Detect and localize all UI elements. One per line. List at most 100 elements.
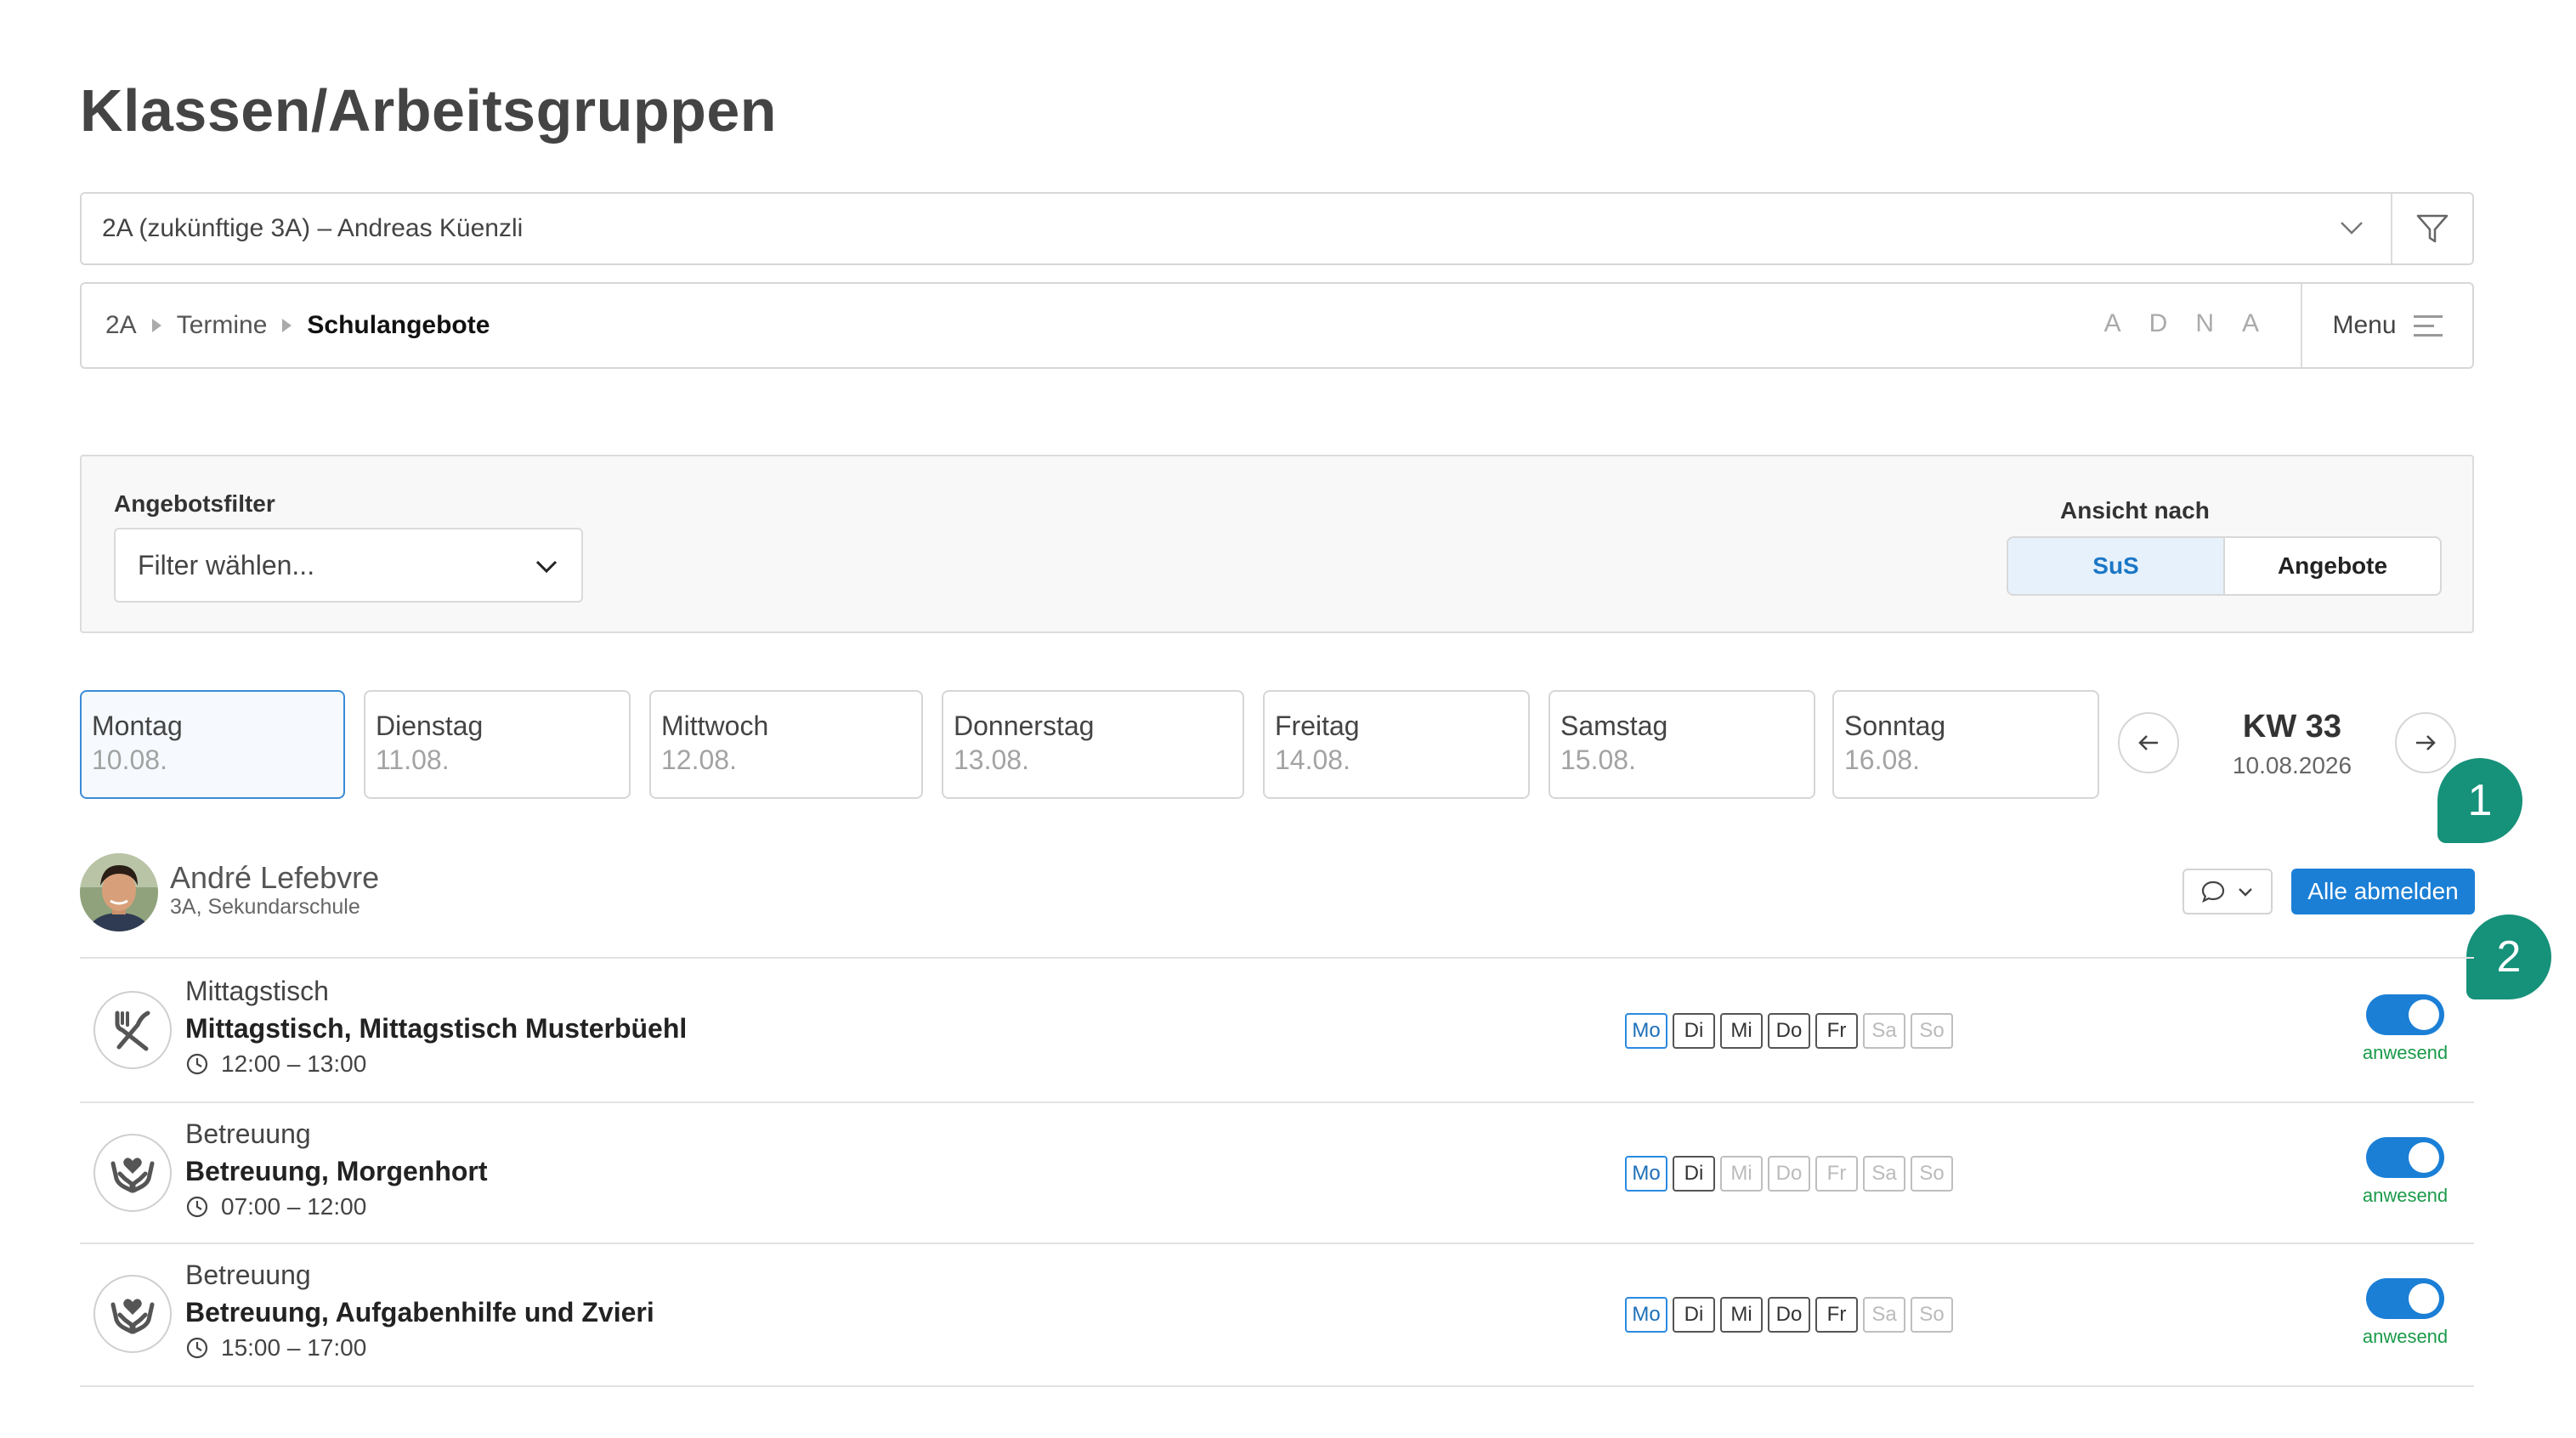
offer-time: 12:00 – 13:00: [185, 1050, 366, 1078]
offer-category: Betreuung: [185, 1118, 311, 1149]
offer-time: 07:00 – 12:00: [185, 1193, 366, 1220]
day-tab-donnerstag[interactable]: Donnerstag 13.08.: [942, 690, 1244, 799]
offer-category: Betreuung: [185, 1260, 311, 1290]
font-letter[interactable]: A: [2104, 309, 2122, 338]
attendance-toggle[interactable]: [2366, 994, 2444, 1035]
weekday-chip: Sa: [1863, 1156, 1905, 1192]
view-option-sus[interactable]: SuS: [2008, 538, 2225, 594]
hands-heart-icon: [93, 1134, 172, 1212]
breadcrumb-item[interactable]: 2A: [105, 311, 137, 340]
day-name: Freitag: [1275, 711, 1360, 741]
person-name: André Lefebvre: [170, 860, 380, 895]
offer-row: Betreuung Betreuung, Aufgabenhilfe und Z…: [80, 1244, 2474, 1385]
unsubscribe-all-button[interactable]: Alle abmelden: [2291, 869, 2475, 914]
font-letter[interactable]: N: [2195, 309, 2215, 338]
weekday-chip: Sa: [1863, 1013, 1905, 1049]
avatar: [80, 853, 158, 931]
speech-bubble-icon: [2201, 880, 2225, 903]
weekday-chip: Fr: [1815, 1297, 1858, 1333]
breadcrumb-current: Schulangebote: [307, 311, 490, 339]
weekday-chip: Mo: [1625, 1297, 1667, 1333]
chevron-down-icon: [535, 560, 558, 574]
next-week-button[interactable]: [2395, 712, 2456, 773]
view-toggle: SuS Angebote: [2007, 536, 2442, 596]
offer-title: Mittagstisch, Mittagstisch Musterbüehl: [185, 1013, 688, 1044]
chevron-down-icon: [2341, 222, 2363, 235]
person-subtitle: 3A, Sekundarschule: [170, 895, 360, 919]
attendance-status: anwesend: [2362, 1042, 2449, 1063]
attendance-status: anwesend: [2362, 1185, 2449, 1206]
weekday-chip: Mo: [1625, 1013, 1667, 1049]
day-name: Donnerstag: [954, 711, 1095, 741]
day-name: Samstag: [1560, 711, 1668, 741]
breadcrumb-bar: 2A Termine Schulangebote A D N A Menu: [80, 282, 2474, 369]
weekday-chip: Fr: [1815, 1013, 1858, 1049]
attendance-status: anwesend: [2362, 1326, 2449, 1347]
attendance-toggle[interactable]: [2366, 1278, 2444, 1319]
offer-category: Mittagstisch: [185, 976, 329, 1006]
day-date: 13.08.: [954, 744, 1029, 775]
offer-filter-dropdown[interactable]: Filter wählen...: [114, 528, 583, 603]
day-tab-mittwoch[interactable]: Mittwoch 12.08.: [649, 690, 923, 799]
day-date: 10.08.: [92, 744, 167, 775]
hands-heart-icon: [93, 1275, 172, 1353]
day-tab-samstag[interactable]: Samstag 15.08.: [1548, 690, 1815, 799]
comment-dropdown-button[interactable]: [2183, 869, 2273, 914]
offer-time-text: 07:00 – 12:00: [221, 1193, 367, 1220]
fork-knife-icon: [93, 991, 172, 1069]
breadcrumb-separator-icon: [151, 319, 161, 332]
weekday-chip: So: [1911, 1156, 1953, 1192]
offer-title: Betreuung, Morgenhort: [185, 1156, 488, 1186]
callout-marker-1: 1: [2437, 758, 2522, 843]
weekday-chip: Sa: [1863, 1297, 1905, 1333]
day-tab-freitag[interactable]: Freitag 14.08.: [1263, 690, 1530, 799]
font-size-controls: A D N A: [2104, 309, 2260, 338]
week-label: KW 33: [2242, 709, 2342, 744]
attendance-toggle[interactable]: [2366, 1137, 2444, 1178]
view-option-angebote[interactable]: Angebote: [2225, 538, 2440, 594]
weekday-chip: Mi: [1720, 1156, 1763, 1192]
divider: [80, 957, 2474, 959]
class-select-value: 2A (zukünftige 3A) – Andreas Küenzli: [102, 214, 524, 242]
offer-time-text: 12:00 – 13:00: [221, 1050, 367, 1077]
day-name: Mittwoch: [661, 711, 769, 741]
arrow-right-icon: [2416, 735, 2436, 750]
clock-icon: [186, 1196, 208, 1218]
weekday-indicators: Mo Di Mi Do Fr Sa So: [1625, 1013, 1953, 1049]
weekday-chip: So: [1911, 1297, 1953, 1333]
prev-week-button[interactable]: [2118, 712, 2179, 773]
day-tab-dienstag[interactable]: Dienstag 11.08.: [364, 690, 631, 799]
weekday-chip: Di: [1673, 1297, 1715, 1333]
breadcrumb-item[interactable]: Termine: [177, 311, 268, 340]
page-title: Klassen/Arbeitsgruppen: [80, 77, 778, 144]
weekday-chip: Do: [1768, 1013, 1810, 1049]
offer-title: Betreuung, Aufgabenhilfe und Zvieri: [185, 1297, 654, 1328]
filter-button[interactable]: [2392, 194, 2472, 263]
weekday-chip: Mo: [1625, 1156, 1667, 1192]
breadcrumb-separator-icon: [282, 319, 292, 332]
menu-icon: [2413, 314, 2443, 337]
weekday-chip: Di: [1673, 1013, 1715, 1049]
day-name: Montag: [92, 711, 183, 741]
weekday-chip: Mi: [1720, 1013, 1763, 1049]
offer-time: 15:00 – 17:00: [185, 1334, 366, 1362]
font-letter[interactable]: A: [2242, 309, 2260, 338]
weekday-chip: Do: [1768, 1156, 1810, 1192]
day-date: 15.08.: [1560, 744, 1636, 775]
arrow-left-icon: [2138, 735, 2158, 750]
chevron-down-icon: [2239, 888, 2252, 897]
day-date: 11.08.: [376, 744, 450, 775]
weekday-indicators: Mo Di Mi Do Fr Sa So: [1625, 1297, 1953, 1333]
weekday-indicators: Mo Di Mi Do Fr Sa So: [1625, 1156, 1953, 1192]
class-select[interactable]: 2A (zukünftige 3A) – Andreas Küenzli: [80, 192, 2474, 265]
weekday-chip: Di: [1673, 1156, 1715, 1192]
weekday-chip: Fr: [1815, 1156, 1858, 1192]
menu-button[interactable]: Menu: [2302, 284, 2472, 367]
menu-label: Menu: [2332, 311, 2397, 339]
font-letter[interactable]: D: [2149, 309, 2169, 338]
offer-row: Betreuung Betreuung, Morgenhort 07:00 – …: [80, 1103, 2474, 1244]
offer-filter-label: Angebotsfilter: [114, 490, 275, 517]
divider: [80, 1385, 2474, 1387]
day-tab-sonntag[interactable]: Sonntag 16.08.: [1832, 690, 2099, 799]
day-tab-montag[interactable]: Montag 10.08.: [80, 690, 345, 799]
